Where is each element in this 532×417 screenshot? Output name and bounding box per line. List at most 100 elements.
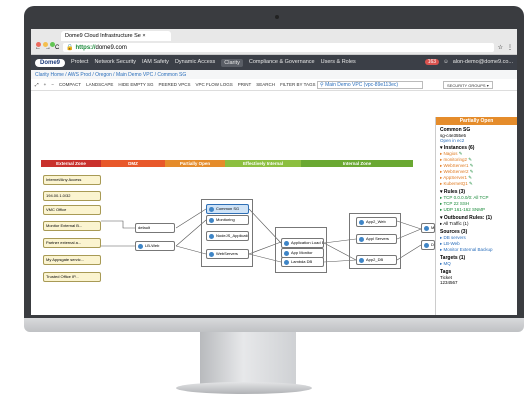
- toolbar: ⤢ + − COMPACT LANDSCAPE HIDE EMPTY SG PEERE…: [31, 79, 517, 91]
- nav-item[interactable]: Compliance & Governance: [249, 59, 315, 67]
- sg-node-db-servers[interactable]: DB servers: [421, 240, 435, 250]
- sg-node-webservers[interactable]: WebServers: [206, 249, 249, 259]
- security-group-icon: [359, 236, 364, 242]
- edit-icon[interactable]: ✎: [468, 169, 474, 174]
- panel-list-item[interactable]: ▸ KubernetQ1 ✎: [440, 181, 513, 187]
- user-email[interactable]: alon-demo@dome9.co...: [453, 59, 513, 65]
- alerts-badge[interactable]: 163: [424, 59, 440, 65]
- toolbar-button[interactable]: PEERED VPCS: [159, 82, 191, 87]
- edit-icon[interactable]: ✎: [467, 175, 472, 180]
- sg-node-label: App2_Web: [366, 219, 386, 224]
- security-group-icon: [209, 233, 214, 239]
- sg-node-app2-db[interactable]: App2_DB: [356, 255, 397, 265]
- sg-node-label: Lambda DB: [291, 259, 313, 264]
- panel-list-item-text: TCP 0.0.0.0/0: All TCP: [443, 195, 489, 200]
- external-node[interactable]: Partner external a...: [43, 238, 101, 248]
- toolbar-button[interactable]: FILTER BY TAGS: [280, 82, 315, 87]
- panel-list-item-text: Monitor External Backup: [443, 247, 493, 252]
- sg-node-lambda[interactable]: Lambda DB: [281, 257, 324, 267]
- toolbar-button[interactable]: HIDE EMPTY SG: [118, 82, 153, 87]
- sg-node-label: Application Load B...: [291, 240, 323, 245]
- external-node[interactable]: Monitor External B...: [43, 221, 101, 231]
- toolbar-items: COMPACT LANDSCAPE HIDE EMPTY SG PEERED VPCS…: [59, 82, 316, 87]
- outbound-item[interactable]: ▸ All Traffic (1): [440, 221, 513, 227]
- nav-items: Protect Network Security IAM Safety Dynamic…: [71, 58, 356, 67]
- sg-node-mq[interactable]: MQ: [421, 223, 435, 233]
- sg-node-app-servers[interactable]: Appl Servers: [356, 234, 397, 244]
- panel-list-item-text: monitoring2: [443, 157, 468, 162]
- screen: Dome9 Cloud Infrastructure Se × ← → C 🔒 …: [31, 29, 517, 315]
- toolbar-button[interactable]: LANDSCAPE: [86, 82, 113, 87]
- edit-icon[interactable]: ✎: [467, 157, 472, 162]
- nav-item[interactable]: Clarity: [221, 58, 243, 67]
- security-group-icon: [284, 250, 289, 256]
- panel-list-item[interactable]: ▸ Monitor External Backup: [440, 247, 513, 253]
- forward-icon[interactable]: →: [45, 45, 51, 51]
- security-group-icon: [284, 240, 289, 246]
- browser-tab[interactable]: Dome9 Cloud Infrastructure Se ×: [61, 31, 171, 41]
- external-node[interactable]: My Appsgate servic...: [43, 255, 101, 265]
- target-item-text: MQ: [443, 261, 451, 266]
- top-nav: Dome9 Protect Network Security IAM Safety D…: [31, 55, 517, 70]
- monitor-stand: [200, 332, 296, 386]
- address-bar[interactable]: 🔒 https://dome9.com: [63, 43, 494, 52]
- sg-node-common[interactable]: Common SG: [206, 204, 249, 214]
- sg-node-label: NodeJS_ApplicationSe...: [216, 233, 249, 238]
- toolbar-button[interactable]: SEARCH: [256, 82, 275, 87]
- tag-value: 1234567: [440, 280, 458, 285]
- monitor-foot: [176, 382, 312, 394]
- reload-icon[interactable]: C: [55, 45, 59, 51]
- sg-node-default[interactable]: default: [135, 223, 175, 233]
- sg-node-label: Appl Servers: [366, 236, 389, 241]
- menu-icon[interactable]: ⋮: [507, 44, 513, 51]
- security-group-icon: [424, 225, 429, 231]
- nav-item[interactable]: IAM Safety: [142, 59, 169, 67]
- nav-item[interactable]: Protect: [71, 59, 88, 67]
- security-group-icon: [138, 243, 143, 249]
- zoom-out-icon[interactable]: −: [51, 82, 54, 87]
- sg-node-nodejs[interactable]: NodeJS_ApplicationSe...: [206, 231, 249, 241]
- toolbar-button[interactable]: PRINT: [238, 82, 252, 87]
- group-select[interactable]: SECURITY GROUPS ▾: [443, 81, 493, 89]
- edit-icon[interactable]: ✎: [458, 151, 463, 156]
- nav-item[interactable]: Users & Roles: [321, 59, 356, 67]
- panel-list-item[interactable]: ▸ UDP 161-162 SNMP: [440, 207, 513, 213]
- targets-section: Targets (1) ▸ MQ: [436, 255, 517, 267]
- external-node[interactable]: 194.00.1.0/32: [43, 191, 101, 201]
- dome9-logo[interactable]: Dome9: [35, 58, 66, 67]
- vpc-search-value: Main Demo VPC (vpc-89e113ec): [325, 82, 399, 88]
- panel-list-item-text: DB servers: [443, 235, 466, 240]
- external-node[interactable]: VMC Office: [43, 205, 101, 215]
- breadcrumb[interactable]: Clarity Home / AWS Prod / Oregon / Main …: [31, 70, 517, 79]
- security-group-icon: [424, 242, 429, 248]
- panel-zone-header: Partially Open: [436, 117, 517, 125]
- sources-list: ▸ DB servers ▸ LB-Web ▸ Monitor External B…: [440, 235, 513, 253]
- vpc-search-input[interactable]: ⚲ Main Demo VPC (vpc-89e113ec): [317, 81, 423, 89]
- open-in-ec2-link[interactable]: Open in ec2: [440, 138, 513, 143]
- toolbar-button[interactable]: VPC FLOW LOGS: [196, 82, 233, 87]
- user-icon[interactable]: ☺: [443, 59, 449, 65]
- browser-chrome: Dome9 Cloud Infrastructure Se × ← → C 🔒 …: [31, 29, 517, 55]
- sg-node-monitoring[interactable]: Monitoring: [206, 215, 249, 225]
- map-canvas[interactable]: External Zone DMZ Partially Open Effectivel…: [31, 117, 435, 315]
- external-node[interactable]: Internet/Any Access: [43, 175, 101, 185]
- target-item[interactable]: ▸ MQ: [440, 261, 513, 267]
- zoom-in-icon[interactable]: +: [44, 82, 47, 87]
- star-icon[interactable]: ☆: [498, 44, 503, 51]
- sg-node-app-lb[interactable]: Application Load B...: [281, 238, 324, 248]
- panel-list-item-text: WebServer2: [443, 169, 469, 174]
- external-node[interactable]: Trusted Office IP...: [43, 272, 101, 282]
- sg-node-app2-web[interactable]: App2_Web: [356, 217, 397, 227]
- nav-item[interactable]: Network Security: [94, 59, 136, 67]
- panel-list-item-text: Nagios: [443, 151, 458, 156]
- sg-node-label: App Monitor: [291, 250, 313, 255]
- back-icon[interactable]: ←: [35, 45, 41, 51]
- nav-item[interactable]: Dynamic Access: [175, 59, 215, 67]
- toolbar-button[interactable]: COMPACT: [59, 82, 81, 87]
- search-icon: ⚲: [320, 82, 324, 88]
- zoom-fit-icon[interactable]: ⤢: [35, 82, 39, 87]
- edit-icon[interactable]: ✎: [468, 181, 473, 186]
- details-panel: Partially Open Common SG sg-c4e355e5 Ope…: [435, 117, 517, 315]
- edit-icon[interactable]: ✎: [468, 163, 474, 168]
- sg-node-lb[interactable]: LB-Web: [135, 241, 175, 251]
